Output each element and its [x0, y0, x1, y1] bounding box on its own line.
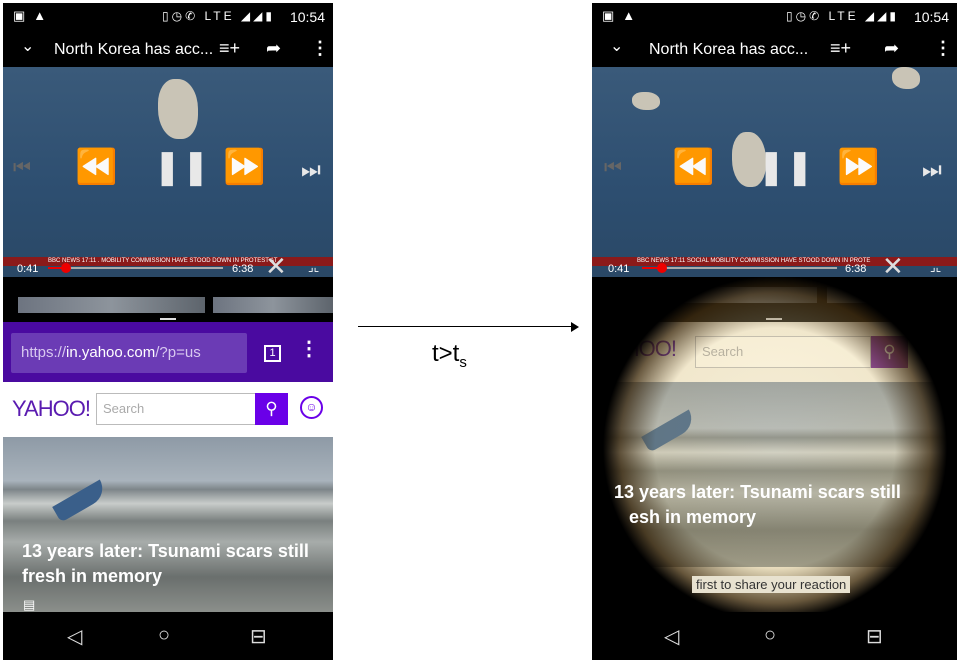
home-icon[interactable]: ○ — [158, 624, 170, 647]
minimize-icon[interactable]: ⌟⌞ — [930, 260, 941, 274]
reaction-prompt[interactable]: first to share your reaction — [692, 576, 851, 593]
headline[interactable]: 13 years later: Tsunami scars still esh i… — [614, 480, 901, 530]
menu-icon[interactable]: ⋮ — [299, 336, 319, 361]
yahoo-header: YAHOO! Search ⚲ ☺ — [3, 382, 333, 437]
fast-forward-icon[interactable]: ⏩ — [223, 147, 265, 187]
headline[interactable]: 13 years later: Tsunami scars still fresh… — [22, 539, 309, 589]
boat — [52, 479, 109, 523]
yahoo-logo[interactable]: YAHOO! — [12, 396, 91, 422]
more-icon[interactable]: ⋮ — [934, 38, 952, 59]
rewind-icon[interactable]: ⏪ — [672, 147, 714, 187]
phone-before: ▣▲ ▯◷✆ LTE ◢◢▮ 10:54 ⌄ North Korea has a… — [3, 3, 333, 660]
search-input[interactable]: Search — [96, 393, 256, 425]
dimmed-content: YAHOO! Search ⚲ 13 years later: Tsunami … — [592, 277, 957, 612]
nav-bar: ◁ ○ ⊟ — [592, 612, 957, 660]
share-icon[interactable]: ➦ — [266, 38, 281, 59]
status-bar: ▣▲ ▯◷✆ LTE ◢◢▮ 10:54 — [592, 3, 957, 32]
phone-after: ▣▲ ▯◷✆ LTE ◢◢▮ 10:54 ⌄ North Korea has a… — [592, 3, 957, 660]
account-icon[interactable]: ☺ — [300, 396, 323, 419]
pause-icon[interactable]: ❚❚ — [757, 147, 814, 187]
news-hero[interactable]: 13 years later: Tsunami scars still fresh… — [3, 437, 333, 612]
share-icon[interactable]: ➦ — [884, 38, 899, 59]
duration: 6:38 — [845, 263, 867, 275]
comment-icon[interactable]: ▤ — [23, 597, 35, 613]
chevron-down-icon[interactable]: ⌄ — [610, 36, 623, 56]
app-thumbnail[interactable] — [213, 297, 333, 313]
ship — [892, 67, 920, 89]
video-player[interactable]: ⏮ ⏪ ❚❚ ⏩ ⏭ BBC NEWS 17:11 . MOBILITY COM… — [3, 67, 333, 281]
more-icon[interactable]: ⋮ — [311, 38, 329, 59]
transition-arrow — [358, 326, 573, 327]
url-field[interactable]: https://in.yahoo.com/?p=us — [11, 333, 247, 373]
player-titlebar: ⌄ North Korea has acc... ≡+ ➦ ⋮ — [3, 32, 333, 67]
previous-icon[interactable]: ⏮ — [604, 157, 622, 180]
browser-toolbar: https://in.yahoo.com/?p=us 1 ⋮ — [3, 322, 333, 382]
seek-bar[interactable] — [642, 267, 837, 269]
arrow-head — [571, 322, 579, 332]
next-icon[interactable]: ⏭ — [301, 157, 321, 183]
elapsed-time: 0:41 — [17, 263, 39, 275]
status-icons: ▯◷✆ LTE ◢◢▮ — [786, 9, 899, 23]
seek-handle[interactable] — [657, 263, 667, 273]
home-icon[interactable]: ○ — [764, 624, 776, 647]
nav-bar: ◁ ○ ⊟ — [3, 612, 333, 660]
search-button[interactable]: ⚲ — [255, 393, 288, 425]
add-to-queue-icon[interactable]: ≡+ — [830, 38, 851, 59]
arrow-label: t>ts — [432, 340, 467, 371]
pause-icon[interactable]: ❚❚ — [153, 147, 210, 187]
next-icon[interactable]: ⏭ — [922, 157, 942, 183]
minimize-icon[interactable]: ⌟⌞ — [308, 260, 319, 274]
app-thumbnail[interactable] — [18, 297, 205, 313]
add-to-queue-icon[interactable]: ≡+ — [219, 38, 240, 59]
status-icons: ▯◷✆ LTE ◢◢▮ — [162, 9, 275, 23]
rewind-icon[interactable]: ⏪ — [75, 147, 117, 187]
previous-icon[interactable]: ⏮ — [13, 157, 31, 180]
status-bar: ▣▲ ▯◷✆ LTE ◢◢▮ 10:54 — [3, 3, 333, 32]
clock: 10:54 — [913, 9, 949, 25]
video-player[interactable]: ⏮ ⏪ ❚❚ ⏩ ⏭ BBC NEWS 17:11 SOCIAL MOBILIT… — [592, 67, 957, 281]
notification-icons: ▣▲ — [13, 8, 55, 23]
fast-forward-icon[interactable]: ⏩ — [837, 147, 879, 187]
recent-apps-strip — [3, 277, 333, 322]
back-icon[interactable]: ◁ — [67, 624, 82, 649]
ship — [632, 92, 660, 110]
recents-icon[interactable]: ⊟ — [250, 624, 267, 649]
notification-icons: ▣▲ — [602, 8, 644, 23]
player-titlebar: ⌄ North Korea has acc... ≡+ ➦ ⋮ — [592, 32, 957, 67]
elapsed-time: 0:41 — [608, 263, 630, 275]
recents-icon[interactable]: ⊟ — [866, 624, 883, 649]
duration: 6:38 — [232, 263, 254, 275]
spotlight-vignette — [592, 277, 957, 612]
drag-handle[interactable] — [160, 318, 176, 320]
seek-bar[interactable] — [48, 267, 223, 269]
seek-handle[interactable] — [61, 263, 71, 273]
tab-switcher-button[interactable]: 1 — [264, 345, 281, 362]
back-icon[interactable]: ◁ — [664, 624, 679, 649]
network-label: LTE — [204, 9, 235, 23]
ship — [158, 79, 198, 139]
video-title: North Korea has acc... — [54, 41, 214, 58]
chevron-down-icon[interactable]: ⌄ — [21, 36, 34, 56]
clock: 10:54 — [289, 9, 325, 25]
video-title: North Korea has acc... — [649, 41, 809, 58]
